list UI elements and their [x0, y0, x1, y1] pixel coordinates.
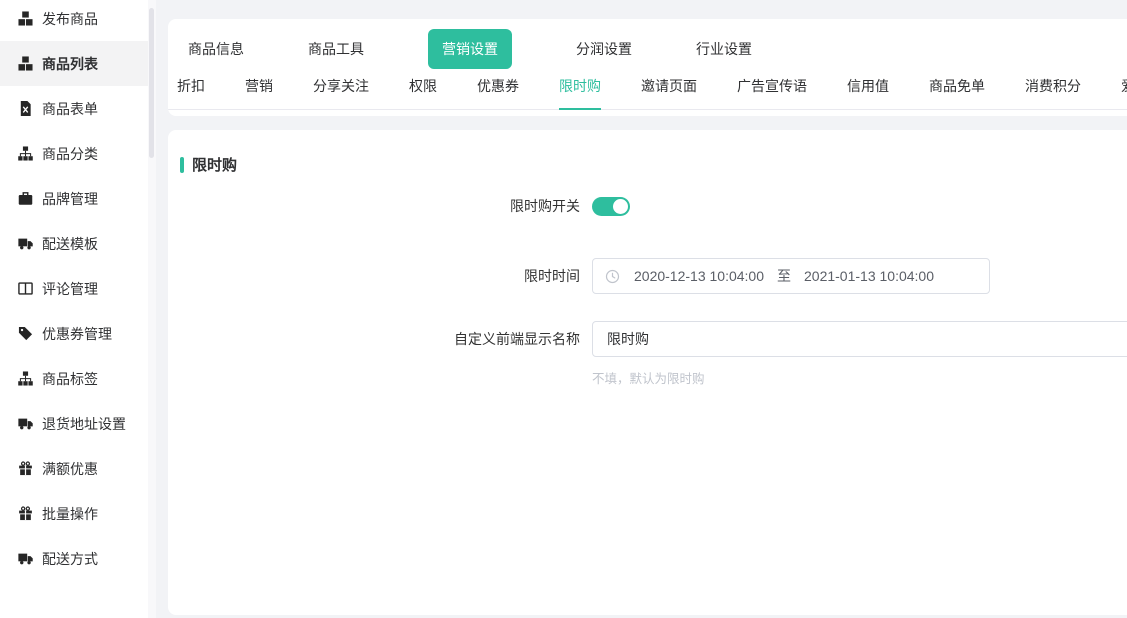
sidebar-item-product-list[interactable]: 商品列表	[0, 41, 148, 86]
scrollbar-thumb[interactable]	[149, 8, 154, 158]
tab-industry-settings[interactable]: 行业设置	[696, 39, 752, 59]
sub-tab-bar: 折扣 营销 分享关注 权限 优惠券 限时购 邀请页面 广告宣传语 信用值 商品免…	[168, 76, 1127, 110]
truck-icon	[18, 416, 33, 431]
truck-icon	[18, 551, 33, 566]
sidebar-item-coupon-management[interactable]: 优惠券管理	[0, 311, 148, 356]
sidebar-item-return-address[interactable]: 退货地址设置	[0, 401, 148, 446]
tab-profit-settings[interactable]: 分润设置	[576, 39, 632, 59]
time-row: 限时时间 2020-12-13 10:04:00 至 2021-01-13 10…	[168, 258, 1127, 294]
section-title: 限时购	[192, 154, 237, 175]
subtab-invite-page[interactable]: 邀请页面	[641, 76, 697, 110]
subtab-permissions[interactable]: 权限	[409, 76, 437, 110]
sidebar-item-label: 退货地址设置	[42, 414, 126, 434]
sidebar-item-full-discount[interactable]: 满额优惠	[0, 446, 148, 491]
sidebar-item-label: 商品标签	[42, 369, 98, 389]
sidebar-item-brand-management[interactable]: 品牌管理	[0, 176, 148, 221]
tab-product-tools[interactable]: 商品工具	[308, 39, 364, 59]
subtab-product-free[interactable]: 商品免单	[929, 76, 985, 110]
subtab-coupon[interactable]: 优惠券	[477, 76, 519, 110]
subtab-discount[interactable]: 折扣	[177, 76, 205, 110]
switch-row: 限时购开关	[168, 197, 1127, 216]
name-field-group: 不填，默认为限时购	[592, 321, 1127, 387]
clock-icon	[605, 269, 620, 284]
file-excel-icon	[18, 101, 33, 116]
cubes-icon	[18, 56, 33, 71]
subtab-ad-slogan[interactable]: 广告宣传语	[737, 76, 807, 110]
subtab-marketing[interactable]: 营销	[245, 76, 273, 110]
sitemap-icon	[18, 371, 33, 386]
date-separator: 至	[777, 266, 791, 286]
section-accent-bar	[180, 157, 184, 173]
flash-sale-form: 限时购开关 限时时间 2020-12-13 10:04:00 至 2021-01…	[168, 197, 1127, 387]
name-hint: 不填，默认为限时购	[592, 368, 1127, 387]
sidebar-item-label: 批量操作	[42, 504, 98, 524]
flash-sale-panel: 限时购 限时购开关 限时时间 2020-12-13 10:04:00 至 202…	[168, 130, 1127, 615]
briefcase-icon	[18, 191, 33, 206]
end-date[interactable]: 2021-01-13 10:04:00	[804, 268, 934, 284]
toggle-knob	[613, 199, 628, 214]
sidebar-item-label: 配送模板	[42, 234, 98, 254]
section-header: 限时购	[168, 130, 1127, 175]
start-date[interactable]: 2020-12-13 10:04:00	[634, 268, 764, 284]
sidebar-item-label: 优惠券管理	[42, 324, 112, 344]
tab-marketing-settings[interactable]: 营销设置	[428, 29, 512, 69]
sidebar-item-delivery-template[interactable]: 配送模板	[0, 221, 148, 266]
subtab-share-follow[interactable]: 分享关注	[313, 76, 369, 110]
display-name-input[interactable]	[592, 321, 1127, 357]
time-label: 限时时间	[168, 258, 592, 294]
sidebar-item-label: 配送方式	[42, 549, 98, 569]
tag-icon	[18, 326, 33, 341]
sidebar-item-label: 商品表单	[42, 99, 98, 119]
sitemap-icon	[18, 146, 33, 161]
sidebar-item-delivery-method[interactable]: 配送方式	[0, 536, 148, 581]
main-tab-bar: 商品信息 商品工具 营销设置 分润设置 行业设置	[168, 19, 1127, 69]
sidebar-item-batch-operations[interactable]: 批量操作	[0, 491, 148, 536]
sidebar-item-label: 商品分类	[42, 144, 98, 164]
sidebar-item-product-category[interactable]: 商品分类	[0, 131, 148, 176]
sidebar-item-label: 发布商品	[42, 9, 98, 29]
sidebar-scrollbar[interactable]	[148, 0, 156, 618]
sidebar-item-label: 满额优惠	[42, 459, 98, 479]
name-row: 自定义前端显示名称 不填，默认为限时购	[168, 321, 1127, 387]
subtab-consume-points[interactable]: 消费积分	[1025, 76, 1081, 110]
sidebar-item-label: 评论管理	[42, 279, 98, 299]
cubes-icon	[18, 11, 33, 26]
sidebar-item-product-form[interactable]: 商品表单	[0, 86, 148, 131]
date-range-picker[interactable]: 2020-12-13 10:04:00 至 2021-01-13 10:04:0…	[592, 258, 990, 294]
gift-icon	[18, 461, 33, 476]
tab-product-info[interactable]: 商品信息	[188, 39, 244, 59]
sidebar: 发布商品 商品列表 商品表单 商品分类 品牌管理 配送模板 评论管理	[0, 0, 148, 618]
sidebar-item-product-tags[interactable]: 商品标签	[0, 356, 148, 401]
sidebar-menu: 发布商品 商品列表 商品表单 商品分类 品牌管理 配送模板 评论管理	[0, 0, 148, 581]
subtab-flash-sale[interactable]: 限时购	[559, 76, 601, 110]
sidebar-item-label: 商品列表	[42, 54, 98, 74]
truck-icon	[18, 236, 33, 251]
name-label: 自定义前端显示名称	[168, 321, 592, 387]
sidebar-item-publish-product[interactable]: 发布商品	[0, 0, 148, 41]
tabs-card: 商品信息 商品工具 营销设置 分润设置 行业设置 折扣 营销 分享关注 权限 优…	[168, 19, 1127, 116]
gift-icon	[18, 506, 33, 521]
switch-label: 限时购开关	[168, 197, 592, 216]
sidebar-item-label: 品牌管理	[42, 189, 98, 209]
columns-icon	[18, 281, 33, 296]
subtab-credit-value[interactable]: 信用值	[847, 76, 889, 110]
flash-sale-toggle[interactable]	[592, 197, 630, 216]
sidebar-item-comment-management[interactable]: 评论管理	[0, 266, 148, 311]
subtab-clipped[interactable]: 爱	[1121, 76, 1127, 110]
